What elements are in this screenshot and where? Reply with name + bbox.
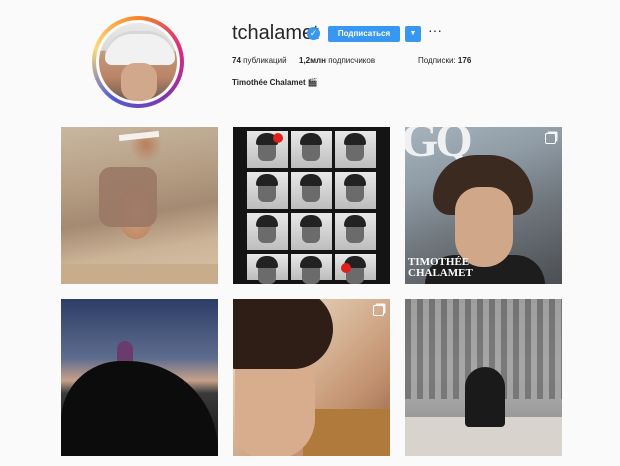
post-image-part bbox=[233, 299, 333, 369]
red-marker-dot bbox=[273, 133, 283, 143]
post-image-part bbox=[303, 409, 390, 456]
multiple-photos-icon bbox=[545, 133, 556, 144]
post-image-part bbox=[61, 361, 218, 456]
post-image-part bbox=[61, 264, 218, 284]
contact-sheet-frame bbox=[247, 172, 288, 209]
contact-sheet-frame bbox=[291, 213, 332, 250]
posts-count: 74 публикаций bbox=[232, 56, 287, 65]
post-tile[interactable] bbox=[233, 299, 390, 456]
profile-full-name: Timothée Chalamet 🎬 bbox=[232, 78, 318, 87]
profile-avatar-ring[interactable] bbox=[92, 16, 184, 108]
contact-sheet-frame bbox=[247, 213, 288, 250]
follow-button[interactable]: Подписаться bbox=[328, 26, 400, 42]
post-tile[interactable] bbox=[61, 299, 218, 456]
post-tile[interactable] bbox=[405, 299, 562, 456]
following-count[interactable]: Подписки: 176 bbox=[418, 56, 471, 65]
verified-badge-icon: ✓ bbox=[307, 27, 320, 40]
contact-sheet-frame bbox=[291, 172, 332, 209]
contact-sheet-frame bbox=[335, 213, 376, 250]
contact-sheet-frame bbox=[247, 254, 288, 284]
post-image-part bbox=[455, 187, 513, 267]
post-image-part bbox=[118, 130, 160, 142]
cover-text: TIMOTHÉE CHALAMET bbox=[408, 256, 473, 279]
post-tile[interactable] bbox=[61, 127, 218, 284]
chevron-down-icon[interactable]: ▼ bbox=[405, 26, 421, 42]
post-image-part bbox=[465, 367, 505, 427]
ellipsis-icon[interactable]: ··· bbox=[428, 22, 442, 38]
profile-username: tchalamet bbox=[232, 22, 319, 44]
red-marker-dot bbox=[341, 263, 351, 273]
post-tile[interactable] bbox=[233, 127, 390, 284]
post-image-part bbox=[99, 167, 157, 227]
contact-sheet-frame bbox=[291, 254, 332, 284]
multiple-photos-icon bbox=[373, 305, 384, 316]
contact-sheet-frame bbox=[335, 131, 376, 168]
contact-sheet-frame bbox=[291, 131, 332, 168]
post-tile[interactable]: GQ TIMOTHÉE CHALAMET bbox=[405, 127, 562, 284]
profile-avatar[interactable] bbox=[96, 20, 180, 104]
contact-sheet-frame bbox=[335, 172, 376, 209]
followers-count[interactable]: 1,2млн подписчиков bbox=[299, 56, 375, 65]
